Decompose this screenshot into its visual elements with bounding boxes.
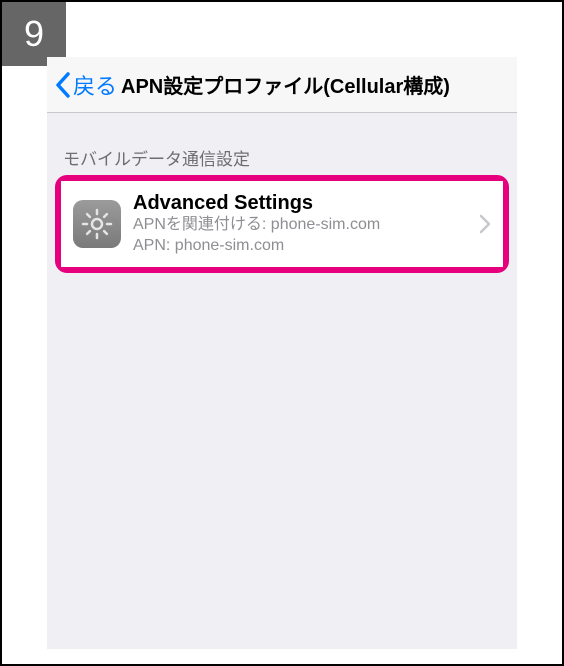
section-header: モバイルデータ通信設定: [47, 113, 517, 171]
back-label: 戻る: [73, 69, 117, 101]
navigation-bar: 戻る APN設定プロファイル(Cellular構成): [47, 57, 517, 113]
gear-icon: [80, 207, 114, 241]
back-button[interactable]: 戻る: [55, 69, 117, 101]
advanced-settings-cell[interactable]: Advanced Settings APNを関連付ける: phone-sim.c…: [61, 181, 503, 267]
highlighted-cell-wrapper: Advanced Settings APNを関連付ける: phone-sim.c…: [55, 175, 509, 273]
cell-subtitle-2: APN: phone-sim.com: [133, 236, 471, 257]
cell-content: Advanced Settings APNを関連付ける: phone-sim.c…: [133, 191, 471, 257]
step-number: 9: [24, 13, 44, 55]
cell-title: Advanced Settings: [133, 191, 471, 215]
settings-icon: [73, 200, 121, 248]
cell-subtitle-1: APNを関連付ける: phone-sim.com: [133, 215, 471, 236]
page-title: APN設定プロファイル(Cellular構成): [121, 70, 450, 99]
phone-screen: 戻る APN設定プロファイル(Cellular構成) モバイルデータ通信設定: [47, 57, 517, 649]
back-chevron-icon: [55, 72, 71, 98]
chevron-right-icon: [479, 214, 491, 234]
